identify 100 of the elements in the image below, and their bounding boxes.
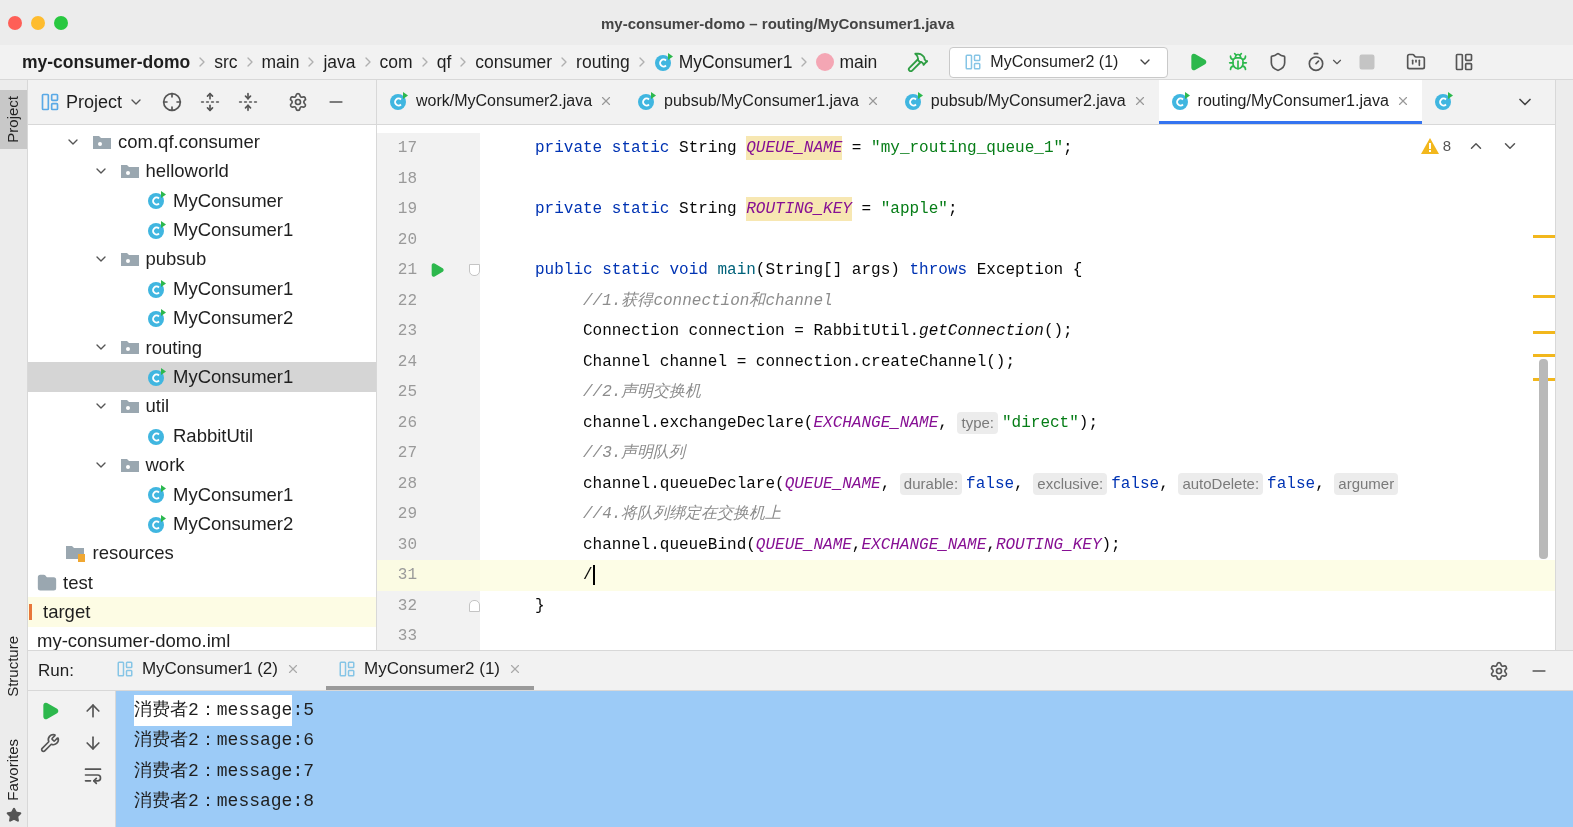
soft-wrap-icon[interactable]: [83, 765, 104, 785]
parameter-hint: type:: [957, 411, 998, 434]
tree-item-label: MyConsumer2: [173, 511, 294, 536]
tree-item[interactable]: resources: [28, 538, 376, 568]
tree-item-label: com.qf.consumer: [118, 129, 260, 154]
tree-item[interactable]: MyConsumer2: [28, 303, 376, 333]
side-tool-tab[interactable]: Project: [0, 90, 27, 149]
breadcrumb[interactable]: MyConsumer1: [653, 48, 793, 76]
breadcrumb[interactable]: src: [214, 48, 238, 76]
project-view-dropdown[interactable]: Project: [40, 88, 145, 116]
code-token: EXCHANGE_NAME: [861, 534, 987, 556]
layout-icon[interactable]: [1454, 52, 1475, 72]
hammer-icon[interactable]: [907, 51, 930, 73]
tree-item[interactable]: MyConsumer1: [28, 479, 376, 510]
editor-tab[interactable]: work/MyConsumer2.java: [377, 80, 626, 124]
editor-tab[interactable]: routing/MyConsumer1.java: [1158, 80, 1422, 124]
tree-item[interactable]: MyConsumer2: [28, 509, 376, 539]
code-token: getConnection: [919, 321, 1044, 343]
line-number: 18: [396, 168, 417, 190]
breadcrumb[interactable]: com: [379, 48, 413, 76]
tree-item-label: MyConsumer: [173, 188, 283, 213]
line-number: 28: [396, 473, 417, 495]
code-token: QUEUE_NAME: [746, 136, 843, 161]
code-token: channel.exchangeDeclare(: [583, 412, 814, 434]
breadcrumb[interactable]: consumer: [475, 48, 553, 76]
tree-item[interactable]: pubsub: [28, 244, 376, 274]
tree-item[interactable]: routing: [28, 332, 376, 363]
breadcrumb[interactable]: main: [261, 48, 300, 76]
tree-item[interactable]: helloworld: [28, 156, 376, 186]
runnable-class-icon: [147, 366, 167, 387]
code-token: (String[] args): [755, 260, 901, 282]
code-token: channel.queueBind(: [583, 534, 756, 556]
runnable-class-icon: [637, 90, 658, 111]
excluded-mark-icon: [29, 603, 32, 620]
tree-item-label: MyConsumer1: [173, 482, 294, 507]
runnable-class-icon: [389, 90, 409, 111]
tree-item[interactable]: MyConsumer: [28, 185, 376, 216]
code-token: ,: [1159, 473, 1170, 495]
expand-all-icon[interactable]: [200, 92, 221, 112]
line-number: 29: [396, 504, 417, 526]
text-caret: [592, 565, 595, 586]
project-structure-icon[interactable]: [1406, 52, 1427, 72]
run-configuration-dropdown[interactable]: MyConsumer2 (1): [949, 46, 1169, 78]
code-token: ,: [1014, 473, 1025, 495]
tree-item-label: work: [145, 453, 185, 478]
window-icon: [40, 92, 60, 112]
code-token: public static void: [535, 260, 709, 282]
code-token: "direct": [1002, 412, 1079, 434]
code-token: ROUTING_KEY: [995, 534, 1102, 556]
code-token: //3.声明队列: [583, 443, 686, 465]
parameter-hint: argumer: [1334, 472, 1399, 495]
breadcrumb[interactable]: main: [816, 48, 878, 76]
tree-item[interactable]: RabbitUtil: [28, 420, 376, 451]
code-token: String: [679, 138, 738, 160]
wrench-icon[interactable]: [39, 733, 60, 753]
breadcrumb[interactable]: java: [323, 48, 356, 76]
breadcrumb[interactable]: routing: [576, 48, 630, 76]
code-token: private static: [535, 199, 671, 221]
settings-icon[interactable]: [1489, 660, 1509, 681]
tree-item[interactable]: MyConsumer1: [28, 215, 376, 245]
parameter-hint: durable:: [899, 472, 963, 495]
runnable-class-icon: [147, 190, 167, 211]
warnings-indicator[interactable]: 8: [1420, 135, 1451, 158]
code-token: String: [679, 199, 738, 221]
settings-icon[interactable]: [288, 92, 309, 112]
runnable-class-icon: [147, 513, 167, 534]
close-window-icon[interactable]: [8, 15, 22, 30]
breadcrumb[interactable]: qf: [436, 48, 452, 76]
line-number: 17: [396, 138, 417, 160]
tree-item[interactable]: com.qf.consumer: [28, 127, 376, 157]
editor-tab[interactable]: pubsub/MyConsumer1.java: [625, 80, 892, 124]
collapse-all-icon[interactable]: [238, 92, 259, 112]
tree-item-label: routing: [145, 335, 203, 360]
tree-item[interactable]: MyConsumer1: [28, 273, 376, 304]
code-token: ();: [1043, 321, 1073, 343]
console-text: 消费者2：message: [134, 695, 293, 726]
line-number: 22: [396, 290, 417, 312]
parameter-hint: exclusive:: [1033, 472, 1108, 495]
code-token: );: [1101, 534, 1121, 556]
run-tab[interactable]: MyConsumer1 (2): [103, 651, 312, 690]
code-token: channel.queueDeclare(: [583, 473, 785, 495]
code-token: false: [966, 473, 1015, 495]
folder-icon: [37, 572, 57, 593]
code-token: ROUTING_KEY: [746, 197, 852, 222]
tree-item[interactable]: target: [28, 597, 376, 627]
tree-item[interactable]: util: [28, 391, 376, 421]
tree-item[interactable]: MyConsumer1: [28, 362, 376, 392]
editor-tab[interactable]: pubsub/MyConsumer2.java: [891, 80, 1159, 124]
fold-start-icon[interactable]: [469, 264, 480, 277]
tree-item[interactable]: work: [28, 450, 376, 480]
coverage-icon[interactable]: [1268, 52, 1289, 72]
tree-item-label: MyConsumer2: [173, 306, 294, 331]
locate-icon[interactable]: [162, 92, 183, 112]
breadcrumb[interactable]: my-consumer-domo: [22, 48, 191, 76]
code-token: Connection connection = RabbitUtil.: [583, 321, 920, 343]
code-token: Channel channel = connection.createChannel();: [583, 351, 1016, 373]
code-token: main: [717, 260, 756, 282]
side-tool-tab[interactable]: Structure: [0, 630, 27, 704]
side-tool-tab[interactable]: Favorites: [0, 733, 27, 807]
tree-item[interactable]: test: [28, 567, 376, 598]
